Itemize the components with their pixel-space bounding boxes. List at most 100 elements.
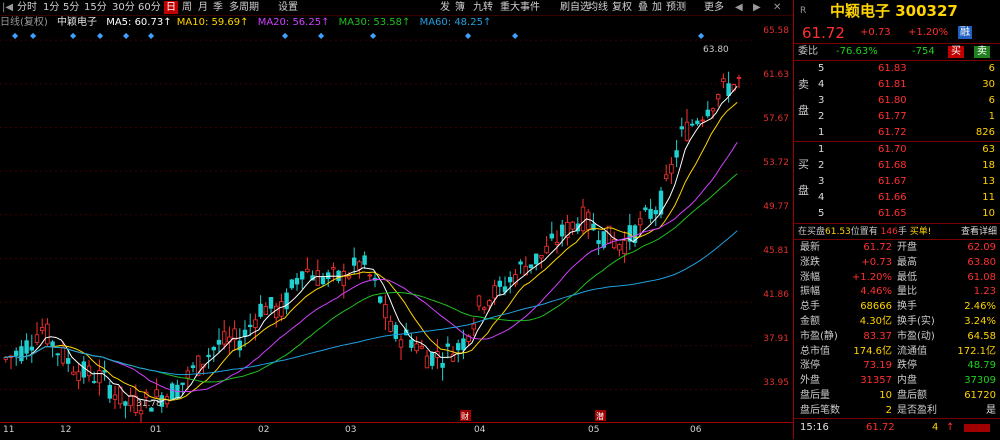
candle-body — [289, 279, 294, 289]
chevron-left-icon[interactable]: |◀ — [2, 1, 13, 14]
stat-row: 盘后量 10 盘后额 61720 — [794, 388, 1000, 403]
candle-body — [76, 371, 81, 382]
tab-60min[interactable]: 60分 — [138, 1, 161, 14]
candlestick-chart[interactable]: ◆ ◆ ◆ ◆ ◆ ◆ ◆ ◆ ◆ ◆ ◆ ◆ 63.80 31.78 财 潜 — [0, 30, 756, 422]
tool-fa[interactable]: 发 — [440, 1, 450, 14]
bid-volume: 13 — [982, 176, 995, 187]
x-tick: 05 — [588, 425, 600, 435]
sell-button[interactable]: 卖 — [974, 46, 990, 58]
view-detail-link[interactable]: 查看详细 — [961, 224, 997, 240]
candle-body — [24, 340, 29, 354]
candle-body — [315, 270, 320, 286]
tab-fenshi[interactable]: 分时 — [17, 1, 37, 14]
event-marker-icon: ◆ — [148, 31, 155, 40]
ask-book: 5 61.83 6 4 61.81 30 3 61.80 6 2 61.77 1 1 61.72 826 — [794, 61, 1000, 141]
candle-body — [409, 339, 414, 348]
tool-add[interactable]: 加 — [652, 1, 662, 14]
stat-label: 最新 — [800, 242, 820, 253]
x-tick: 11 — [3, 425, 15, 435]
candle-body — [560, 224, 565, 237]
tool-jiuzhuan[interactable]: 九转 — [473, 1, 493, 14]
candle-body — [154, 389, 159, 398]
stat-row: 涨停 73.19 跌停 48.79 — [794, 358, 1000, 373]
stat-value: 10 — [879, 390, 892, 401]
tab-day[interactable]: 日 — [164, 1, 178, 14]
candle-body — [492, 285, 497, 299]
stat-label: 换手 — [897, 301, 917, 313]
event-marker-icon: ◆ — [282, 31, 289, 40]
candle-body — [346, 275, 352, 279]
stat-value: 2.46% — [964, 301, 996, 313]
candle-body — [66, 358, 71, 364]
candle-body — [507, 277, 513, 283]
ask-row[interactable]: 2 61.77 1 — [794, 109, 1000, 125]
ask-row[interactable]: 4 61.81 30 — [794, 77, 1000, 93]
candle-body — [544, 245, 549, 254]
bid-row[interactable]: 3 61.67 13 — [794, 174, 1000, 190]
x-tick: 01 — [150, 425, 162, 435]
tab-week[interactable]: 周 — [182, 1, 192, 14]
chevron-right-icon[interactable]: ▶ — [753, 1, 761, 14]
candle-body — [388, 320, 393, 332]
candle-body — [539, 254, 544, 259]
stat-label: 总手 — [800, 301, 820, 313]
candle-body — [534, 253, 539, 265]
tool-forecast[interactable]: 预测 — [666, 1, 686, 14]
stat-label: 总市值 — [800, 345, 830, 357]
ask-row[interactable]: 3 61.80 6 — [794, 93, 1000, 109]
candle-body — [211, 346, 216, 351]
ma-line — [3, 142, 738, 393]
bid-row[interactable]: 5 61.65 10 — [794, 206, 1000, 222]
tool-major-events[interactable]: 重大事件 — [500, 1, 540, 14]
candle-body — [97, 370, 102, 384]
tab-quarter[interactable]: 季 — [213, 1, 223, 14]
candle-body — [128, 395, 133, 407]
tab-1min[interactable]: 1分 — [43, 1, 59, 14]
stat-label: 振幅 — [800, 286, 820, 298]
stat-row: 市盈(静) 83.37 市盈(动) 64.58 — [794, 329, 1000, 344]
bid-row[interactable]: 1 61.70 63 — [794, 142, 1000, 158]
tool-adjust[interactable]: 复权 — [612, 1, 632, 14]
tab-multi-period[interactable]: 多周期 — [229, 1, 259, 14]
stat-label: 开盘 — [897, 242, 917, 253]
stat-value: 61.08 — [967, 271, 996, 283]
candle-body — [377, 296, 383, 303]
event-marker-icon: ◆ — [465, 31, 472, 40]
tab-30min[interactable]: 30分 — [112, 1, 135, 14]
ask-row[interactable]: 5 61.83 6 — [794, 61, 1000, 77]
candle-body — [247, 324, 253, 328]
buy-label: 买盘 — [798, 158, 809, 197]
tool-add-favorite[interactable]: 刷自选 — [560, 1, 590, 14]
stock-name-label: 中颖电子 — [57, 17, 97, 28]
ask-price: 61.81 — [878, 79, 907, 90]
bid-row[interactable]: 4 61.66 11 — [794, 190, 1000, 206]
close-icon[interactable]: ✕ — [773, 1, 781, 14]
candle-body — [13, 350, 19, 356]
tab-month[interactable]: 月 — [198, 1, 208, 14]
event-marker-icon: ◆ — [12, 31, 19, 40]
bid-row[interactable]: 2 61.68 18 — [794, 158, 1000, 174]
buy-button[interactable]: 买 — [948, 46, 964, 58]
stat-label: 最低 — [897, 271, 917, 283]
stat-label: 外盘 — [800, 375, 820, 387]
bid-level: 4 — [818, 192, 825, 203]
candle-body — [716, 94, 721, 100]
event-marker-icon: ◆ — [512, 31, 519, 40]
bid-volume: 63 — [982, 144, 995, 155]
tool-ma[interactable]: 均线 — [588, 1, 608, 14]
stat-label: 市盈(动) — [897, 330, 935, 342]
candle-body — [206, 354, 211, 358]
ma10-value: MA10: 59.69↑ — [176, 17, 249, 28]
tool-overlay[interactable]: 叠 — [638, 1, 648, 14]
stat-label: 涨停 — [800, 360, 820, 372]
chevron-left-icon[interactable]: ◀ — [735, 1, 743, 14]
ask-row[interactable]: 1 61.72 826 — [794, 125, 1000, 141]
tab-5min[interactable]: 5分 — [63, 1, 79, 14]
tool-bo[interactable]: 簿 — [455, 1, 465, 14]
settings-button[interactable]: 设置 — [278, 1, 298, 14]
ask-level: 4 — [818, 79, 825, 90]
ask-level: 2 — [818, 111, 825, 122]
y-tick: 45.81 — [763, 246, 789, 256]
tool-more[interactable]: 更多 — [704, 1, 724, 14]
tab-15min[interactable]: 15分 — [84, 1, 107, 14]
